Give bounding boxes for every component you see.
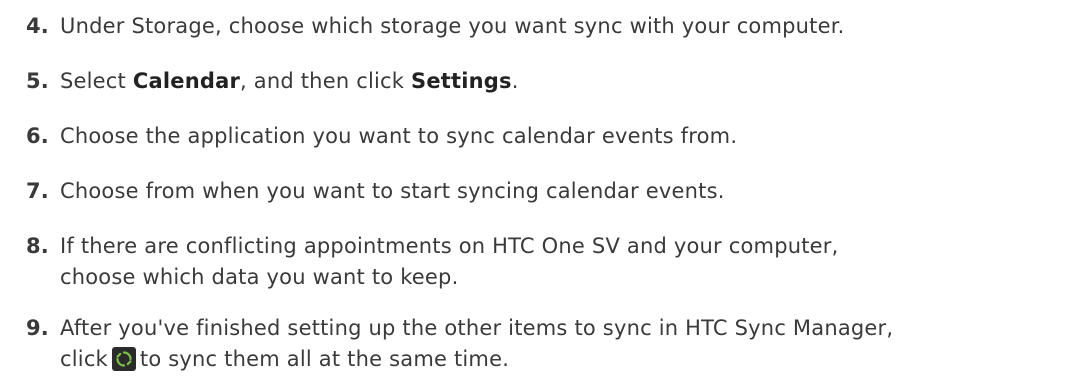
step-7: 7. Choose from when you want to start sy… <box>0 176 1089 207</box>
step-text-line-1: After you've finished setting up the oth… <box>60 316 894 340</box>
step-number: 6. <box>26 124 49 148</box>
text-segment: . <box>511 69 519 93</box>
step-text-line-1: If there are conflicting appointments on… <box>60 234 839 258</box>
step-text: Select Calendar, and then click Settings… <box>60 66 1080 97</box>
step-text: Choose the application you want to sync … <box>60 124 738 148</box>
calendar-keyword: Calendar <box>132 69 241 93</box>
text-segment: click <box>60 347 108 371</box>
step-9: 9. After you've finished setting up the … <box>0 313 1089 375</box>
text-segment: , and then click <box>240 69 411 93</box>
text-segment: to sync them all at the same time. <box>139 347 510 371</box>
instruction-steps: 4. Under Storage, choose which storage y… <box>0 0 1089 377</box>
step-number: 5. <box>26 69 49 93</box>
step-number: 7. <box>26 179 49 203</box>
step-8: 8. If there are conflicting appointments… <box>0 231 1089 293</box>
step-text-line-2: click to sync them all at the same time. <box>60 344 1080 375</box>
step-6: 6. Choose the application you want to sy… <box>0 121 1089 152</box>
text-segment: Select <box>60 69 133 93</box>
step-number: 9. <box>26 316 49 340</box>
step-number: 8. <box>26 234 49 258</box>
step-text: Under Storage, choose which storage you … <box>60 14 845 38</box>
step-4: 4. Under Storage, choose which storage y… <box>0 11 1089 42</box>
settings-keyword: Settings <box>411 69 512 93</box>
step-5: 5. Select Calendar, and then click Setti… <box>0 66 1089 97</box>
sync-icon <box>111 347 136 371</box>
step-number: 4. <box>26 14 49 38</box>
step-text: Choose from when you want to start synci… <box>60 179 725 203</box>
step-text-line-2: choose which data you want to keep. <box>60 265 459 289</box>
